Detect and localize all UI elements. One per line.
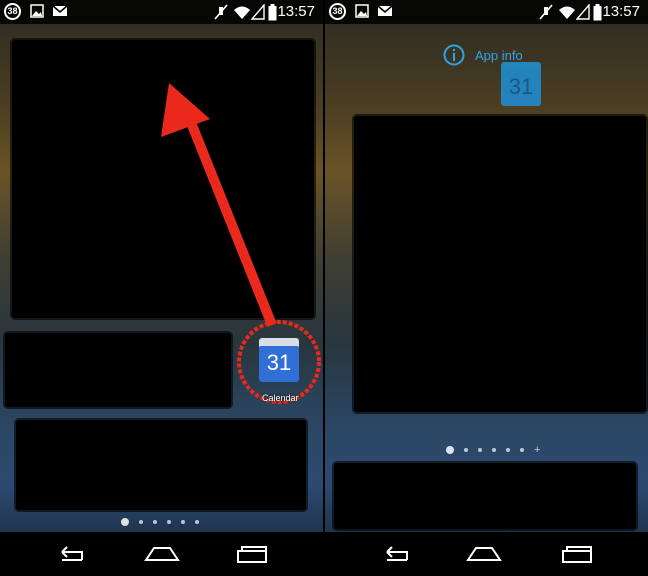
- page-dot: [478, 448, 482, 452]
- calendar-app-icon[interactable]: 31: [259, 338, 299, 382]
- page-dot: [167, 520, 171, 524]
- redacted-widget-bottom: [334, 463, 636, 529]
- home-icon[interactable]: [464, 540, 504, 568]
- info-icon: [443, 44, 465, 66]
- page-indicator: [121, 518, 199, 526]
- calendar-app-label: Calendar: [262, 393, 299, 403]
- home-screen-dragging: 38 13:57 App info 31 +: [325, 0, 648, 576]
- mute-icon: [539, 4, 553, 20]
- dragged-date-number: 31: [508, 74, 534, 99]
- add-page-icon: +: [534, 444, 541, 456]
- battery-icon: [593, 4, 602, 21]
- gmail-icon: [377, 5, 393, 16]
- status-time: 13:57: [602, 3, 640, 20]
- status-bar: 38 13:57: [325, 0, 648, 24]
- calendar-date-number: 31: [266, 350, 292, 375]
- recents-icon[interactable]: [232, 540, 272, 568]
- signal-icon: [576, 4, 590, 20]
- wifi-icon: [559, 6, 575, 19]
- recents-icon[interactable]: [557, 540, 597, 568]
- page-indicator: +: [446, 444, 541, 456]
- back-icon[interactable]: [52, 540, 92, 568]
- notification-badge-icon: 38: [329, 3, 346, 20]
- navigation-bar: [325, 532, 648, 576]
- app-info-drop-target[interactable]: App info: [475, 48, 523, 63]
- home-icon[interactable]: [142, 540, 182, 568]
- page-dot: [464, 448, 468, 452]
- page-dot: [492, 448, 496, 452]
- back-icon[interactable]: [377, 540, 417, 568]
- page-dot: [181, 520, 185, 524]
- page-dot: [195, 520, 199, 524]
- page-dot: [153, 520, 157, 524]
- dragged-calendar-icon[interactable]: 31: [501, 62, 541, 106]
- gallery-icon: [355, 4, 369, 18]
- home-screen-before: 38 13:57 31 Calendar: [0, 0, 323, 576]
- redacted-widget-large: [354, 116, 646, 412]
- page-dot-active: [121, 518, 129, 526]
- navigation-bar: [0, 532, 323, 576]
- page-dot: [139, 520, 143, 524]
- annotation-arrow: [161, 83, 321, 404]
- page-dot: [520, 448, 524, 452]
- page-dot-active: [446, 446, 454, 454]
- page-dot: [506, 448, 510, 452]
